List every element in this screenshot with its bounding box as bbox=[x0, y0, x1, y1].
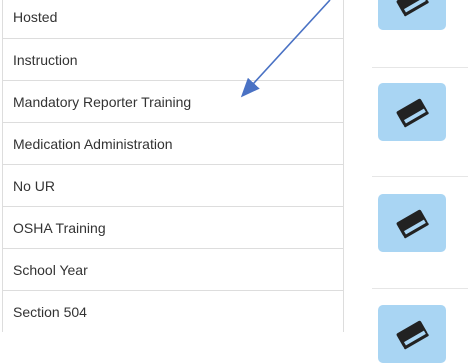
annotation-arrow-icon bbox=[240, 0, 331, 98]
